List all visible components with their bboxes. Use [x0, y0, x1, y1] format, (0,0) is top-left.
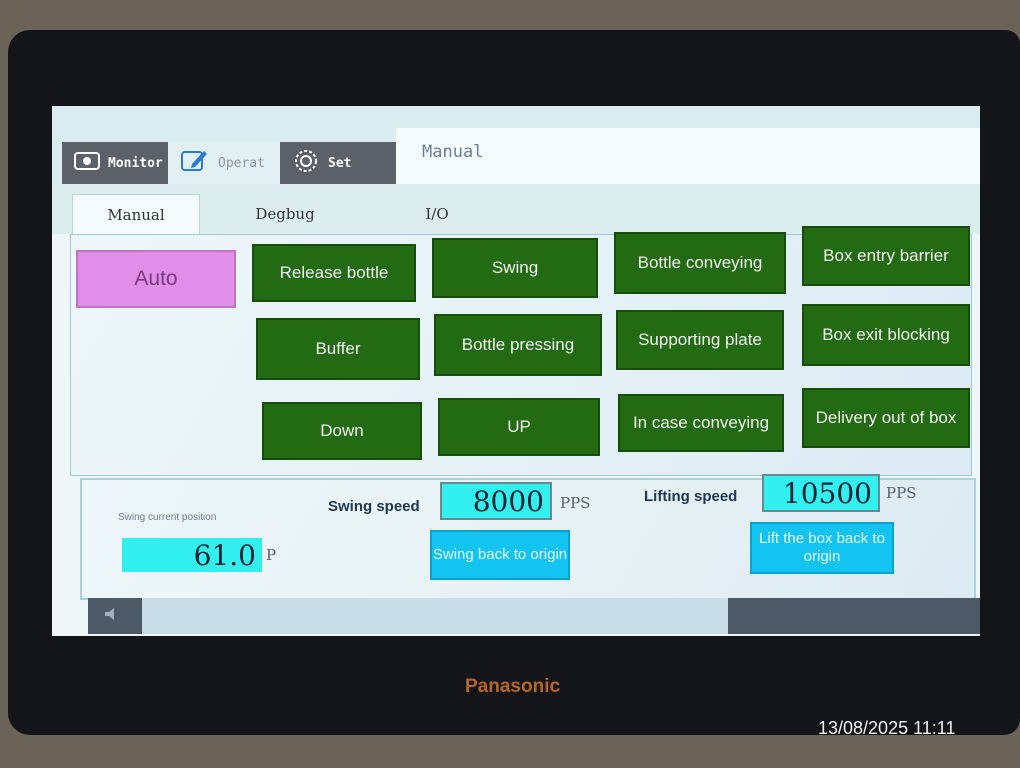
lift-box-back-to-origin-button[interactable]: Lift the box back to origin	[750, 522, 894, 574]
subtab-debug[interactable]: Degbug	[230, 194, 340, 234]
speaker-icon	[104, 606, 122, 625]
lifting-speed-label: Lifting speed	[644, 488, 738, 505]
box-exit-blocking-button[interactable]: Box exit blocking	[802, 304, 970, 366]
pencil-icon	[180, 148, 210, 178]
nav-tab-label: Set	[328, 155, 352, 171]
down-button[interactable]: Down	[262, 402, 422, 460]
photo-timestamp: 13/08/2025 11:11	[818, 718, 956, 738]
lifting-speed-unit: PPS	[886, 484, 917, 502]
swing-position-unit: P	[266, 546, 277, 564]
swing-position-display: 61.0	[122, 538, 262, 572]
monitor-icon	[74, 152, 100, 174]
subtab-io[interactable]: I/O	[402, 194, 472, 234]
nav-tab-label: Monitor	[108, 155, 163, 171]
bottle-conveying-button[interactable]: Bottle conveying	[614, 232, 786, 294]
screen-title: Manual	[396, 128, 980, 184]
box-entry-barrier-button[interactable]: Box entry barrier	[802, 226, 970, 286]
nav-tab-set[interactable]: Set	[280, 142, 396, 184]
status-bar-message-area	[142, 598, 728, 634]
bottle-pressing-button[interactable]: Bottle pressing	[434, 314, 602, 376]
auto-button[interactable]: Auto	[76, 250, 236, 308]
delivery-out-of-box-button[interactable]: Delivery out of box	[802, 388, 970, 448]
in-case-conveying-button[interactable]: In case conveying	[618, 394, 784, 452]
brand-logo: Panasonic	[465, 676, 561, 697]
swing-speed-input[interactable]: 8000	[440, 482, 552, 520]
supporting-plate-button[interactable]: Supporting plate	[616, 310, 784, 370]
swing-speed-label: Swing speed	[328, 498, 420, 515]
subtab-manual[interactable]: Manual	[72, 194, 200, 235]
release-bottle-button[interactable]: Release bottle	[252, 244, 416, 302]
up-button[interactable]: UP	[438, 398, 600, 456]
swing-position-label: Swing current position	[118, 512, 217, 523]
swing-speed-unit: PPS	[560, 494, 591, 512]
nav-tab-label: Operat	[218, 155, 265, 171]
swing-back-to-origin-button[interactable]: Swing back to origin	[430, 530, 570, 580]
nav-tab-monitor[interactable]: Monitor	[62, 142, 168, 184]
gear-icon	[292, 147, 320, 179]
hmi-screen: Monitor Operat Set Manual Manual Degbug …	[52, 106, 980, 636]
nav-tab-operat[interactable]: Operat	[168, 142, 280, 184]
lifting-speed-input[interactable]: 10500	[762, 474, 880, 512]
swing-button[interactable]: Swing	[432, 238, 598, 298]
buffer-button[interactable]: Buffer	[256, 318, 420, 380]
